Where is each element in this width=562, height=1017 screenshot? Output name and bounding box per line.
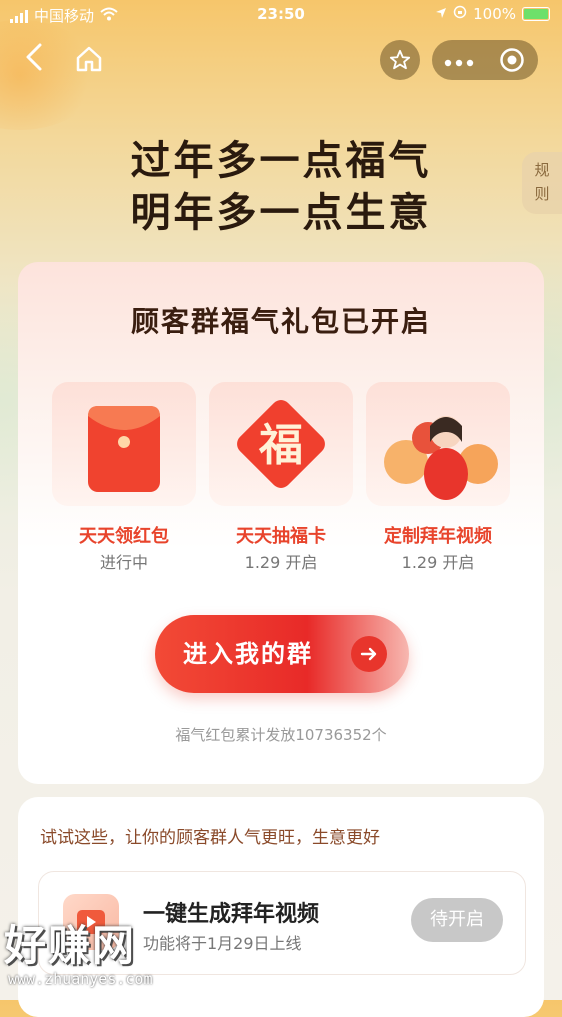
rules-tab[interactable]: 规 则 [522,152,562,214]
watermark-logo: 好赚网 [4,921,137,970]
red-envelope-counter: 福气红包累计发放10736352个 [175,726,387,744]
more-button[interactable] [432,48,485,72]
tips-card-title: 试试这些，让你的顾客群人气更旺，生意更好 [40,828,380,848]
watermark-url: www.zhuanyes.com [8,970,153,988]
rotation-lock-icon [453,5,467,23]
enter-my-group-label: 进入我的群 [183,640,313,668]
headline-line-2: 明年多一点生意 [130,189,432,236]
gift-pack-card: 顾客群福气礼包已开启 天天领红包 进行中 福 天天抽福卡 1.29 开启 定制拜… [18,262,544,784]
home-icon [76,46,102,72]
tile-fu-card[interactable]: 福 [209,382,353,506]
back-button[interactable] [24,42,54,76]
miniprogram-capsule [432,40,538,80]
red-envelope-icon [88,406,160,492]
video-thumbnail [384,416,498,500]
star-icon [389,49,411,70]
rules-tab-label-2: 则 [534,185,550,203]
fu-card-icon: 福 [237,400,325,488]
location-icon [435,5,447,23]
headline-line-1: 过年多一点福气 [130,137,432,184]
tile-fu-card-label: 天天抽福卡 [236,526,326,547]
target-circle-icon [499,48,524,72]
enter-my-group-button[interactable]: 进入我的群 [155,615,409,693]
tile-red-envelope[interactable] [52,382,196,506]
tile-fu-card-status: 1.29 开启 [244,553,318,572]
watermark: 好赚网 www.zhuanyes.com [0,912,200,1000]
tile-red-envelope-status: 进行中 [99,553,148,572]
battery-percent: 100% [473,5,516,23]
tile-video-status: 1.29 开启 [401,553,475,572]
fu-character: 福 [258,420,303,471]
card-title: 顾客群福气礼包已开启 [130,305,431,338]
battery-icon [522,7,550,21]
tile-video-label: 定制拜年视频 [384,526,492,547]
rules-tab-label-1: 规 [534,161,550,179]
chevron-left-icon [26,43,42,71]
arrow-right-icon [351,636,387,672]
favorite-button[interactable] [380,40,420,80]
nav-bar [0,38,562,80]
status-bar: 中国移动 23:50 100% [0,0,562,30]
home-button[interactable] [74,44,104,74]
tile-red-envelope-label: 天天领红包 [79,526,169,547]
pending-button[interactable]: 待开启 [411,898,503,942]
close-miniprogram-button[interactable] [485,47,538,73]
tile-video[interactable] [366,382,510,506]
more-dots-icon [444,59,473,67]
